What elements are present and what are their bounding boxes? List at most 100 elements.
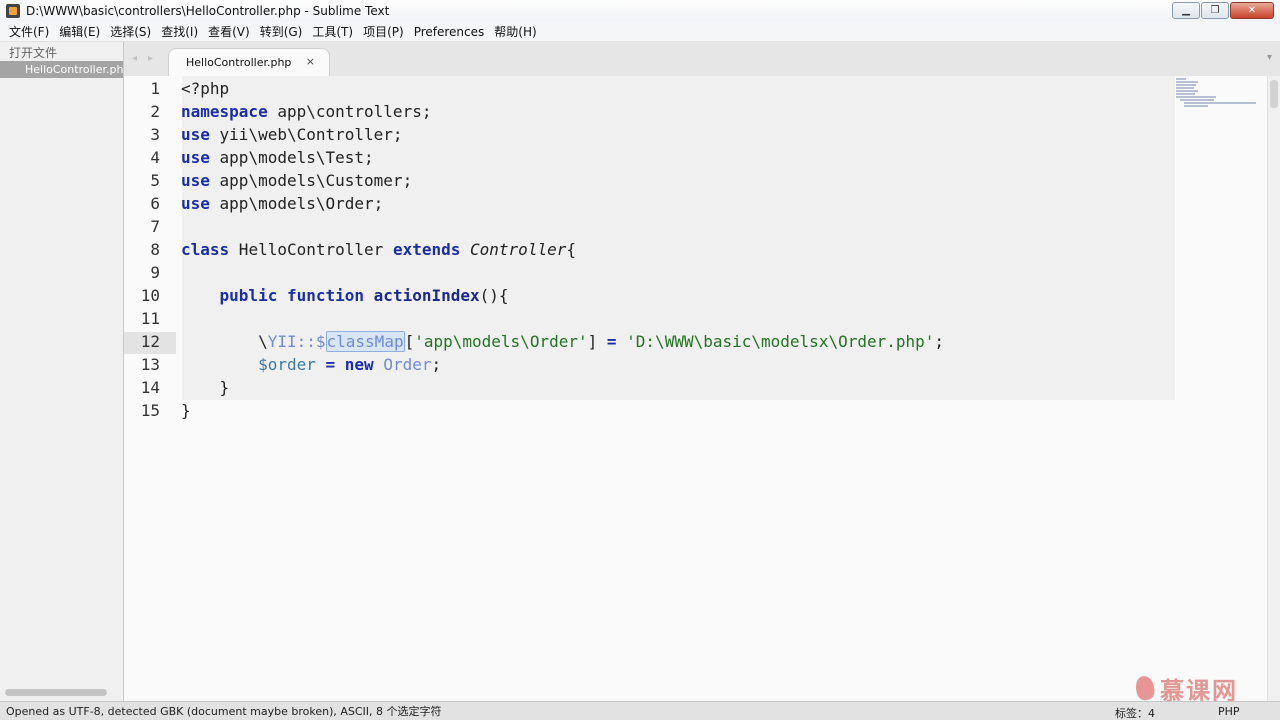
line-number: 7 xyxy=(150,217,160,236)
line-number: 14 xyxy=(140,378,160,397)
selected-text: classMap xyxy=(325,331,405,352)
keyword: namespace xyxy=(181,102,268,121)
menu-file[interactable]: 文件(F) xyxy=(4,23,54,40)
code-editor[interactable]: 1 2 3 4 5 6 7 8 9 10 11 12 13 14 15 <?ph… xyxy=(124,76,1280,701)
parent-class: Controller xyxy=(470,240,567,259)
string-literal: 'D:\WWW\basic\modelsx\Order.php' xyxy=(626,332,935,351)
sublime-text-icon xyxy=(6,4,20,18)
operator: :: xyxy=(296,332,316,351)
sidebar-horizontal-scrollbar[interactable] xyxy=(5,689,107,696)
code-line: } xyxy=(181,400,191,422)
minimap-line xyxy=(1176,96,1216,98)
tab-close-icon[interactable]: × xyxy=(306,55,315,68)
code-text: yii\web\Controller; xyxy=(209,125,403,144)
code-line-current: \YII::$classMap['app\models\Order'] = 'D… xyxy=(181,331,944,353)
minimap[interactable] xyxy=(1176,78,1262,108)
brace: } xyxy=(181,378,230,397)
minimap-line xyxy=(1176,87,1194,89)
semicolon: ; xyxy=(431,355,442,374)
brace: } xyxy=(181,401,191,420)
line-number: 15 xyxy=(140,401,160,420)
tab-scroll-right-icon[interactable]: ▸ xyxy=(148,53,153,64)
class-constant: YII xyxy=(267,332,297,351)
minimap-line xyxy=(1176,93,1195,95)
menu-preferences[interactable]: Preferences xyxy=(409,25,490,39)
menu-project[interactable]: 项目(P) xyxy=(358,23,409,40)
line-number: 11 xyxy=(140,309,160,328)
title-bar: D:\WWW\basic\controllers\HelloController… xyxy=(0,0,1280,22)
tab-scroll-left-icon[interactable]: ◂ xyxy=(132,53,137,64)
minimize-button[interactable]: ▁ xyxy=(1172,2,1200,19)
php-open-tag: <?php xyxy=(181,79,230,98)
code-line: use app\models\Test; xyxy=(181,147,374,169)
code-line: <?php xyxy=(181,78,229,100)
code-text: app\models\Order; xyxy=(209,194,384,213)
keyword: use xyxy=(181,171,210,190)
status-message: Opened as UTF-8, detected GBK (document … xyxy=(6,705,442,718)
menu-bar: 文件(F) 编辑(E) 选择(S) 查找(I) 查看(V) 转到(G) 工具(T… xyxy=(0,22,1280,42)
code-line: $order = new Order; xyxy=(181,354,441,376)
keyword: extends xyxy=(392,240,461,259)
vertical-scrollbar[interactable] xyxy=(1267,76,1280,701)
window-controls: ▁ ❐ ✕ xyxy=(1172,2,1274,19)
maximize-button[interactable]: ❐ xyxy=(1201,2,1229,19)
menu-help[interactable]: 帮助(H) xyxy=(489,23,541,40)
line-number: 1 xyxy=(150,79,160,98)
code-line: } xyxy=(181,377,230,399)
line-number: 3 xyxy=(150,125,160,144)
line-number: 4 xyxy=(150,148,160,167)
close-button[interactable]: ✕ xyxy=(1230,2,1274,19)
code-line: use app\models\Customer; xyxy=(181,170,412,192)
keyword: use xyxy=(181,125,210,144)
code-line: namespace app\controllers; xyxy=(181,101,431,123)
window-title: D:\WWW\basic\controllers\HelloController… xyxy=(26,4,390,18)
code-text: app\models\Customer; xyxy=(209,171,413,190)
semicolon: ; xyxy=(934,332,945,351)
tab-list-dropdown-icon[interactable]: ▾ xyxy=(1267,52,1272,63)
line-number: 8 xyxy=(150,240,160,259)
menu-tools[interactable]: 工具(T) xyxy=(307,23,358,40)
line-number: 9 xyxy=(150,263,160,282)
menu-view[interactable]: 查看(V) xyxy=(203,23,255,40)
watermark-logo: 慕课网 xyxy=(1134,672,1272,705)
scrollbar-thumb[interactable] xyxy=(1270,80,1278,108)
status-tab-size[interactable]: 标签：4 xyxy=(1115,705,1155,720)
keyword: use xyxy=(181,148,210,167)
sidebar: 打开文件 HelloController.php xyxy=(0,42,124,701)
minimap-line xyxy=(1176,78,1186,80)
line-number: 5 xyxy=(150,171,160,190)
code-line: use yii\web\Controller; xyxy=(181,124,403,146)
menu-selection[interactable]: 选择(S) xyxy=(105,23,156,40)
keyword: public xyxy=(219,286,278,305)
line-number: 6 xyxy=(150,194,160,213)
bracket: ] xyxy=(587,332,607,351)
tab-hellocontroller[interactable]: HelloController.php × xyxy=(168,48,330,76)
menu-edit[interactable]: 编辑(E) xyxy=(54,23,105,40)
minimap-line xyxy=(1184,102,1256,104)
minimap-line xyxy=(1176,90,1198,92)
dollar-sign: $ xyxy=(315,332,326,351)
variable: $order xyxy=(258,355,316,374)
status-bar: Opened as UTF-8, detected GBK (document … xyxy=(0,701,1280,720)
minimap-line xyxy=(1184,105,1208,107)
sidebar-file-item[interactable]: HelloController.php xyxy=(0,61,123,78)
status-syntax[interactable]: PHP xyxy=(1218,705,1240,718)
flame-logo-icon xyxy=(1134,674,1156,702)
class-name: HelloController xyxy=(229,240,393,259)
function-name: actionIndex xyxy=(373,286,480,305)
minimap-line xyxy=(1176,81,1198,83)
menu-find[interactable]: 查找(I) xyxy=(156,23,203,40)
keyword: use xyxy=(181,194,210,213)
line-number: 10 xyxy=(140,286,160,305)
menu-goto[interactable]: 转到(G) xyxy=(255,23,308,40)
code-text: app\models\Test; xyxy=(209,148,374,167)
tab-label: HelloController.php xyxy=(186,56,292,69)
operator: = xyxy=(606,332,617,351)
